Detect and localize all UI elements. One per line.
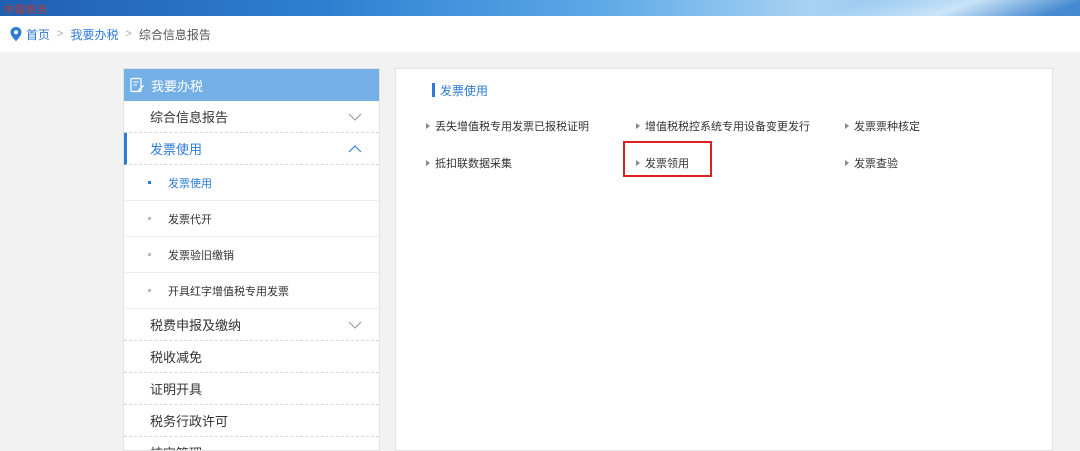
sidebar-item-tax-reduction[interactable]: 税收减免 (124, 341, 379, 373)
site-logo: 中国税务 (4, 5, 48, 16)
sidebar-item-label: 税务行政许可 (150, 414, 229, 429)
edit-document-icon (130, 77, 144, 93)
triangle-right-icon (845, 123, 849, 129)
link-label: 发票查验 (854, 158, 898, 170)
link-invoice-type-approval[interactable]: 发票票种核定 (845, 118, 920, 134)
breadcrumb-tax-handling[interactable]: 我要办税 (70, 26, 118, 43)
sidebar-item-invoice-use[interactable]: 发票使用 (124, 133, 379, 165)
sidebar-title: 我要办税 (151, 78, 204, 94)
bullet-icon (148, 181, 151, 184)
link-label: 丢失增值税专用发票已报税证明 (435, 121, 589, 133)
panel-title-text: 发票使用 (440, 83, 489, 98)
sidebar-item-label: 证明开具 (150, 382, 203, 397)
chevron-up-icon (348, 144, 362, 152)
sidebar-subitem-label: 发票使用 (168, 177, 212, 190)
main-panel: 发票使用 丢失增值税专用发票已报税证明 增值税税控系统专用设备变更发行 发票票种… (395, 68, 1053, 451)
sidebar-subitem-invoice-agency[interactable]: 发票代开 (124, 201, 379, 237)
panel-title: 发票使用 (432, 82, 488, 98)
triangle-right-icon (845, 160, 849, 166)
triangle-right-icon (426, 123, 430, 129)
top-banner: 中国税务 (0, 0, 1080, 16)
sidebar-item-label: 核定管理 (150, 443, 202, 450)
sidebar-item-label: 综合信息报告 (150, 110, 229, 125)
sidebar-item-label: 税收减免 (150, 350, 203, 365)
link-tax-device-change[interactable]: 增值税税控系统专用设备变更发行 (636, 118, 810, 134)
triangle-right-icon (636, 123, 640, 129)
sidebar-header: 我要办税 (124, 69, 379, 101)
link-label: 增值税税控系统专用设备变更发行 (645, 121, 810, 133)
sidebar: 我要办税 综合信息报告 发票使用 发票使用 发票代开 发票验旧缴销 开具红字增值… (123, 68, 380, 451)
sidebar-item-tax-declaration[interactable]: 税费申报及缴纳 (124, 309, 379, 341)
sidebar-item-info-report[interactable]: 综合信息报告 (124, 101, 379, 133)
bullet-icon (148, 217, 151, 220)
location-pin-icon (10, 27, 22, 41)
sidebar-subitem-label: 发票代开 (168, 213, 212, 226)
sidebar-subitem-invoice-use[interactable]: 发票使用 (124, 165, 379, 201)
sidebar-item-admin-permit[interactable]: 税务行政许可 (124, 405, 379, 437)
sidebar-item-certificate[interactable]: 证明开具 (124, 373, 379, 405)
triangle-right-icon (426, 160, 430, 166)
sidebar-item-label: 税费申报及缴纳 (150, 318, 242, 333)
breadcrumb-separator: > (125, 28, 132, 40)
bullet-icon (148, 253, 151, 256)
link-deduction-data-collection[interactable]: 抵扣联数据采集 (426, 155, 512, 171)
sidebar-item-label: 发票使用 (150, 142, 203, 157)
link-lost-vat-invoice-proof[interactable]: 丢失增值税专用发票已报税证明 (426, 118, 589, 134)
bullet-icon (148, 289, 151, 292)
title-accent-bar (432, 83, 435, 97)
highlight-box (623, 141, 712, 177)
link-invoice-verification[interactable]: 发票查验 (845, 155, 898, 171)
breadcrumb-current: 综合信息报告 (138, 27, 211, 42)
breadcrumb: 首页 > 我要办税 > 综合信息报告 (0, 16, 1080, 52)
chevron-down-icon (348, 113, 362, 121)
sidebar-subitem-invoice-cancel[interactable]: 发票验旧缴销 (124, 237, 379, 273)
link-label: 抵扣联数据采集 (435, 158, 512, 170)
breadcrumb-home[interactable]: 首页 (26, 26, 50, 43)
sidebar-item-assessment[interactable]: 核定管理 (124, 437, 379, 450)
sidebar-subitem-label: 开具红字增值税专用发票 (168, 285, 289, 298)
chevron-down-icon (348, 321, 362, 329)
sidebar-subitem-red-invoice[interactable]: 开具红字增值税专用发票 (124, 273, 379, 309)
breadcrumb-separator: > (57, 28, 64, 40)
banner-decoration (760, 0, 1080, 16)
sidebar-subitem-label: 发票验旧缴销 (168, 249, 234, 262)
link-label: 发票票种核定 (854, 121, 920, 133)
